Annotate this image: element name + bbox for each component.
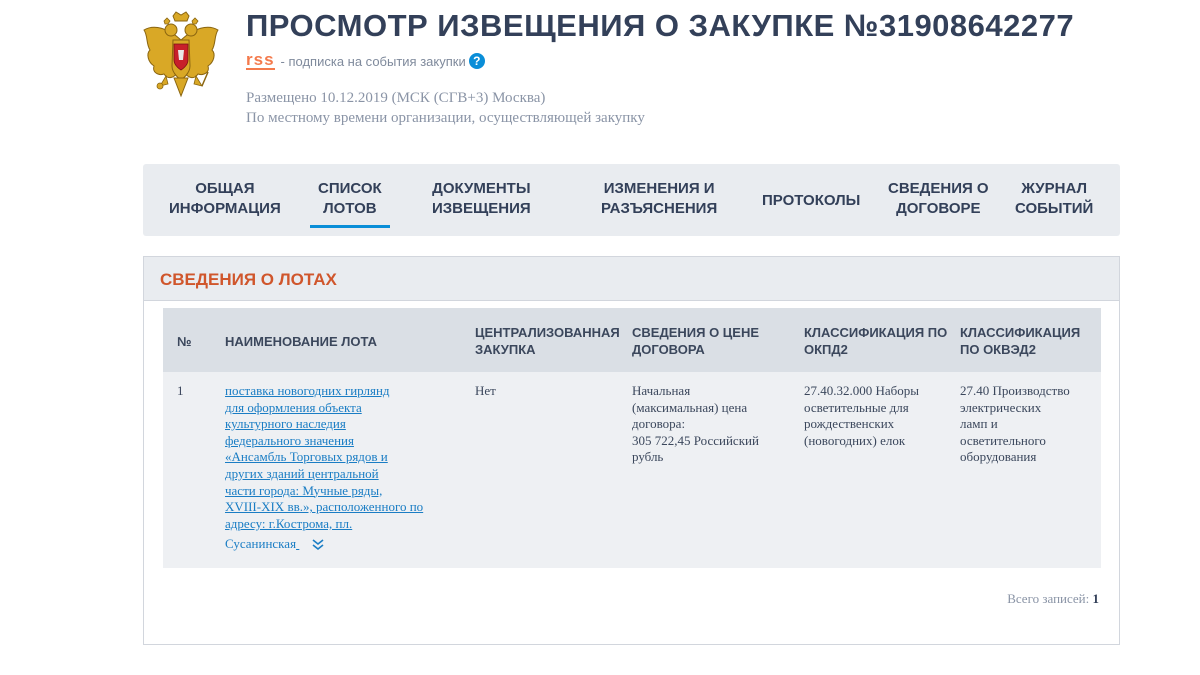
tab-label-line: Изменения и <box>603 180 715 197</box>
tab-label-line: Документы <box>432 180 531 197</box>
rss-link[interactable]: rss <box>246 51 275 70</box>
tab-label-line: событий <box>1015 200 1094 217</box>
column-header-centralized: Централизованная закупка <box>475 324 620 358</box>
posting-info: Размещено 10.12.2019 (МСК (СГВ+3) Москва… <box>246 88 645 128</box>
page-title: ПРОСМОТР ИЗВЕЩЕНИЯ О ЗАКУПКЕ №3190864227… <box>246 8 1075 43</box>
cell-line: рождественских <box>804 416 895 432</box>
lots-table: № Наименование лота Централизованная зак… <box>163 308 1101 568</box>
tab-general-info[interactable]: Общая информация <box>169 179 281 219</box>
lot-okpd2: 27.40.32.000 Наборы осветительные для ро… <box>804 383 954 449</box>
tab-label-line: Сведения о <box>888 180 989 197</box>
tab-label-line: Журнал <box>1021 180 1087 197</box>
lot-price: Начальная (максимальная) цена договора: … <box>632 383 792 466</box>
tab-label-line: извещения <box>432 200 531 217</box>
total-records-label: Всего записей: <box>1007 591 1090 606</box>
column-header-line: по ОКВЭД2 <box>960 342 1036 357</box>
cell-line: ламп и <box>960 416 998 432</box>
column-header-number: № <box>177 334 192 349</box>
rss-subscription-row: rss - подписка на события закупки ? <box>246 51 485 70</box>
lot-number: 1 <box>177 383 184 398</box>
cell-line: (максимальная) цена <box>632 399 748 415</box>
lot-name-cell: поставка новогодних гирлянд для оформлен… <box>225 383 455 553</box>
column-header-okpd2: Классификация по ОКПД2 <box>804 324 947 358</box>
tab-event-log[interactable]: Журнал событий <box>1015 179 1093 219</box>
tab-contract-info[interactable]: Сведения о договоре <box>888 179 989 219</box>
tab-notice-documents[interactable]: Документы извещения <box>432 179 531 219</box>
lot-okved2: 27.40 Производство электрических ламп и … <box>960 383 1095 466</box>
column-header-line: Централизованная <box>475 325 620 340</box>
russian-coat-of-arms-icon <box>143 11 219 98</box>
lot-centralized: Нет <box>475 383 496 398</box>
cell-line: 27.40 Производство <box>960 383 1070 398</box>
local-time-note: По местному времени организации, осущест… <box>246 110 645 126</box>
column-header-price: Сведения о цене договора <box>632 324 759 358</box>
tab-bar: Общая информация Список лотов Документы … <box>143 164 1120 236</box>
tab-label-line: лотов <box>323 200 377 217</box>
cell-line: осветительного <box>960 432 1046 448</box>
lot-name-link[interactable]: поставка новогодних гирлянд для оформлен… <box>225 383 423 551</box>
column-header-line: ОКПД2 <box>804 342 848 357</box>
column-header-line: договора <box>632 342 705 357</box>
column-header-line: Сведения о цене <box>632 325 760 340</box>
tab-label-line: Список <box>318 180 382 197</box>
column-header-line: Классификация по <box>804 325 948 340</box>
lots-panel: СВЕДЕНИЯ О ЛОТАХ № Наименование лота Цен… <box>143 256 1120 645</box>
cell-line: электрических <box>960 399 1042 415</box>
lots-table-header: № Наименование лота Централизованная зак… <box>163 308 1101 372</box>
total-records-value: 1 <box>1092 591 1100 606</box>
tab-label-line: Протоколы <box>762 192 861 209</box>
cell-line: осветительные для <box>804 399 909 415</box>
cell-line: (новогодних) елок <box>804 432 906 448</box>
total-records: Всего записей: 1 <box>1007 591 1099 607</box>
column-header-line: закупка <box>475 342 536 357</box>
cell-line: 27.40.32.000 Наборы <box>804 383 920 398</box>
column-header-lot-name: Наименование лота <box>225 334 378 349</box>
tab-lots-list[interactable]: Список лотов <box>310 179 390 228</box>
tab-label-line: договоре <box>896 200 981 217</box>
lots-section-title: СВЕДЕНИЯ О ЛОТАХ <box>160 270 337 289</box>
rss-subscription-text: - подписка на события закупки <box>280 53 466 69</box>
chevron-down-double-icon[interactable] <box>311 539 325 551</box>
help-icon[interactable]: ? <box>468 53 485 69</box>
cell-line: рубль <box>632 449 664 465</box>
cell-line: оборудования <box>960 449 1037 465</box>
tab-protocols[interactable]: Протоколы <box>762 191 860 211</box>
tab-label-line: Общая <box>195 180 255 197</box>
tab-changes-clarifications[interactable]: Изменения и разъяснения <box>601 179 717 219</box>
column-header-line: Классификация <box>960 325 1081 340</box>
tab-label-line: разъяснения <box>601 200 718 217</box>
tab-label-line: информация <box>169 200 281 217</box>
cell-line: договора: <box>632 416 686 432</box>
cell-line: Начальная <box>632 383 691 398</box>
column-header-okved2: Классификация по ОКВЭД2 <box>960 324 1080 358</box>
lots-panel-header: СВЕДЕНИЯ О ЛОТАХ <box>144 257 1119 301</box>
posted-date: Размещено 10.12.2019 (МСК (СГВ+3) Москва… <box>246 90 546 106</box>
cell-line: 305 722,45 Российский <box>632 432 759 448</box>
